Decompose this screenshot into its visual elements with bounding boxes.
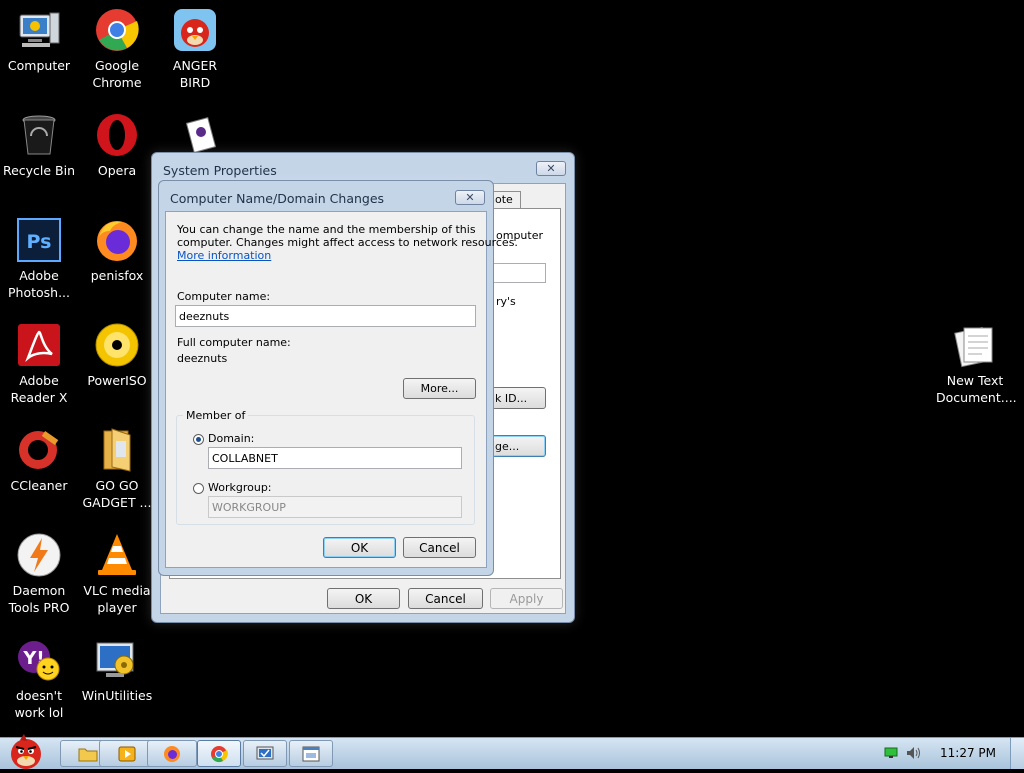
dialog-ok-button[interactable]: OK	[323, 537, 396, 558]
taskbar: 11:27 PM	[0, 734, 1024, 769]
taskbar-clock[interactable]: 11:27 PM	[940, 746, 996, 760]
desktop-icon-label: CCleaner	[10, 478, 68, 493]
dialog-close-button[interactable]: ✕	[455, 190, 485, 205]
taskbar-firefox-button[interactable]	[147, 740, 197, 767]
desktop-icon-vlc[interactable]: VLC media player	[78, 525, 156, 616]
desktop-icon-label: GO GO GADGET ...	[82, 478, 152, 510]
desktop-icon-label: penisfox	[90, 268, 144, 283]
desktop-icon-winutilities[interactable]: WinUtilities	[78, 630, 156, 704]
show-desktop-button[interactable]	[1010, 738, 1024, 769]
window-title: System Properties	[163, 163, 277, 178]
daemon-tools-icon	[16, 532, 62, 578]
full-computer-name-value: deeznuts	[177, 352, 228, 365]
workgroup-input[interactable]: WORKGROUP	[208, 496, 462, 518]
desktop-icon-daemon-tools[interactable]: Daemon Tools PRO	[0, 525, 78, 616]
opera-icon	[94, 112, 140, 158]
desktop-icon-computer[interactable]: Computer	[0, 0, 78, 74]
desktop-icon-anger-bird[interactable]: ANGER BIRD	[156, 0, 234, 91]
member-of-group: Member of Domain: COLLABNET Workgroup: W…	[176, 409, 475, 525]
change-button[interactable]: ge...	[490, 435, 546, 457]
cancel-button[interactable]: Cancel	[408, 588, 483, 609]
desktop-icon-recycle-bin[interactable]: Recycle Bin	[0, 105, 78, 179]
computer-name-dialog: Computer Name/Domain Changes ✕ You can c…	[158, 180, 518, 576]
dialog-title: Computer Name/Domain Changes	[170, 191, 385, 206]
desktop-icon-firefox[interactable]: penisfox	[78, 210, 156, 284]
taskbar-system-properties-button[interactable]	[243, 740, 287, 767]
close-icon: ✕	[465, 191, 475, 204]
desktop-icon-label: Adobe Reader X	[10, 373, 68, 405]
workgroup-label: Workgroup:	[208, 481, 272, 494]
name-field-fragment	[490, 263, 546, 283]
poweriso-icon	[94, 322, 140, 368]
desktop-icon-new-text-document[interactable]: New Text Document....	[936, 315, 1017, 406]
member-of-label: Member of	[183, 409, 249, 422]
firefox-icon	[164, 745, 180, 762]
more-button[interactable]: More...	[403, 378, 476, 399]
computer-name-input[interactable]: deeznuts	[175, 305, 476, 327]
window-icon	[302, 746, 320, 761]
close-icon: ✕	[546, 162, 556, 175]
chrome-icon	[94, 7, 140, 53]
desktop-icon-label: ANGER BIRD	[172, 58, 218, 90]
chrome-icon	[211, 745, 228, 762]
desktop-icon-poweriso[interactable]: PowerISO	[78, 315, 156, 389]
desktop-icon-ccleaner[interactable]: CCleaner	[0, 420, 78, 494]
desktop-icon-label: New Text Document....	[936, 373, 1017, 405]
workgroup-radio[interactable]	[193, 483, 204, 494]
vlc-cone-icon	[94, 532, 140, 578]
network-id-button[interactable]: k ID...	[490, 387, 546, 409]
domain-label: Domain:	[208, 432, 255, 445]
computer-icon	[16, 7, 62, 53]
desktop-icon-adobe-reader[interactable]: Adobe Reader X	[0, 315, 78, 406]
more-information-link[interactable]: More information	[177, 249, 271, 262]
dialog-client: You can change the name and the membersh…	[165, 211, 518, 568]
domain-input[interactable]: COLLABNET	[208, 447, 462, 469]
text-document-icon	[952, 322, 998, 368]
angry-bird-start-icon	[11, 734, 41, 769]
text-fragment: ry's	[496, 295, 516, 308]
desktop-icon-label: Recycle Bin	[2, 163, 76, 178]
apply-button[interactable]: Apply	[490, 588, 563, 609]
desktop-icon-label: Google Chrome	[92, 58, 142, 90]
taskbar-window-button[interactable]	[289, 740, 333, 767]
desktop-icon-label: Adobe Photosh...	[7, 268, 70, 300]
adobe-reader-icon	[16, 322, 62, 368]
close-button[interactable]: ✕	[536, 161, 566, 176]
desktop-icon-label: doesn't work lol	[14, 688, 64, 720]
volume-tray-icon[interactable]	[906, 746, 922, 760]
desktop-icon-go-go-gadget[interactable]: GO GO GADGET ...	[78, 420, 156, 511]
desktop-icon-label: WinUtilities	[81, 688, 153, 703]
desktop-icon-opera[interactable]: Opera	[78, 105, 156, 179]
desktop-icon-photoshop[interactable]: Ps Adobe Photosh...	[0, 210, 78, 301]
recycle-bin-icon	[16, 112, 62, 158]
dialog-cancel-button[interactable]: Cancel	[403, 537, 476, 558]
folder-icon	[78, 748, 98, 761]
ok-button[interactable]: OK	[327, 588, 400, 609]
winutilities-icon	[94, 637, 140, 683]
yahoo-messenger-icon: Y!	[16, 637, 62, 683]
desktop-icon-yahoo[interactable]: Y! doesn't work lol	[0, 630, 78, 721]
desktop-icon-label: VLC media player	[83, 583, 151, 615]
media-player-icon	[118, 746, 136, 761]
start-button[interactable]	[2, 732, 50, 770]
domain-radio[interactable]	[193, 434, 204, 445]
desktop-icon-label: PowerISO	[87, 373, 147, 388]
network-tray-icon[interactable]	[884, 747, 898, 759]
photoshop-icon: Ps	[16, 217, 62, 263]
computer-name-label: Computer name:	[177, 290, 271, 303]
taskbar-chrome-button[interactable]	[197, 740, 241, 767]
desktop-icon-label: Opera	[97, 163, 137, 178]
intro-text-line-1: You can change the name and the membersh…	[177, 223, 476, 236]
desktop-icon-label: Computer	[7, 58, 71, 73]
system-properties-icon	[256, 746, 274, 759]
full-computer-name-label: Full computer name:	[177, 336, 291, 349]
desktop-icon-chrome[interactable]: Google Chrome	[78, 0, 156, 91]
desktop-icon-label: Daemon Tools PRO	[8, 583, 70, 615]
intro-text-line-2: computer. Changes might affect access to…	[177, 236, 518, 249]
svg-text:Ps: Ps	[27, 231, 52, 253]
ccleaner-icon	[16, 427, 62, 473]
folder-icon	[94, 427, 140, 473]
angry-bird-icon	[172, 7, 218, 53]
firefox-icon	[94, 217, 140, 263]
